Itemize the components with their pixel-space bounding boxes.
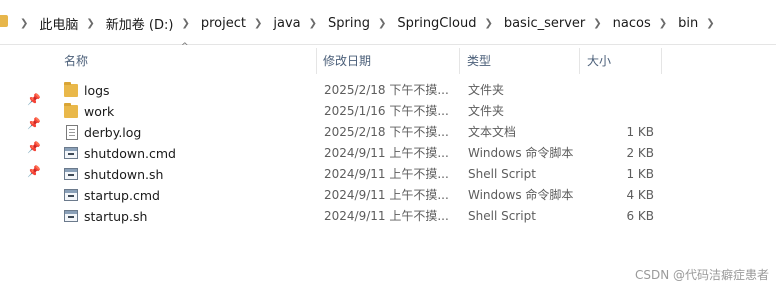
breadcrumb-basic-server[interactable]: basic_server (502, 14, 587, 33)
file-row-shutdown-sh[interactable]: shutdown.sh 2024/9/11 上午不摸... Shell Scri… (58, 164, 664, 185)
chevron-right-icon[interactable]: ❯ (593, 18, 601, 29)
file-type: Windows 命令脚本 (468, 146, 574, 160)
column-header-row: 名称 修改日期 类型 大小 (0, 48, 776, 74)
file-date: 2025/1/16 下午不摸... (324, 104, 449, 118)
watermark: CSDN @代码洁癖症患者 (634, 268, 769, 282)
file-row-startup-sh[interactable]: startup.sh 2024/9/11 上午不摸... Shell Scrip… (58, 206, 664, 227)
column-header-size[interactable]: 大小 (581, 48, 662, 74)
address-bar[interactable]: ❯ 此电脑 ❯ 新加卷 (D:) ❯ project ❯ java ❯ Spri… (0, 0, 776, 45)
file-name: shutdown.cmd (84, 146, 176, 161)
file-date: 2024/9/11 上午不摸... (324, 188, 449, 202)
breadcrumb-nacos[interactable]: nacos (611, 14, 653, 33)
file-date: 2025/2/18 下午不摸... (324, 125, 449, 139)
breadcrumb-this-pc[interactable]: 此电脑 (37, 12, 80, 35)
script-file-icon (64, 189, 78, 201)
file-size: 4 KB (626, 188, 654, 202)
file-name: startup.sh (84, 209, 148, 224)
chevron-right-icon[interactable]: ❯ (86, 18, 94, 29)
file-row-work[interactable]: work 2025/1/16 下午不摸... 文件夹 (58, 101, 664, 122)
file-size: 1 KB (626, 167, 654, 181)
column-header-name[interactable]: 名称 (58, 48, 317, 74)
text-file-icon (66, 125, 78, 140)
script-file-icon (64, 168, 78, 180)
file-type: Shell Script (468, 167, 536, 181)
breadcrumb-java[interactable]: java (271, 14, 302, 33)
file-type: 文件夹 (468, 104, 505, 118)
chevron-right-icon[interactable]: ❯ (706, 18, 714, 29)
pin-icon: 📌 (27, 165, 41, 178)
file-type: Windows 命令脚本 (468, 188, 574, 202)
script-file-icon (64, 147, 78, 159)
file-size (582, 101, 654, 122)
file-date: 2024/9/11 上午不摸... (324, 167, 449, 181)
file-row-startup-cmd[interactable]: startup.cmd 2024/9/11 上午不摸... Windows 命令… (58, 185, 664, 206)
folder-icon (64, 82, 78, 97)
breadcrumb-drive-d[interactable]: 新加卷 (D:) (104, 12, 176, 35)
pin-icon: 📌 (27, 93, 41, 106)
breadcrumb-springcloud[interactable]: SpringCloud (395, 14, 478, 33)
file-date: 2025/2/18 下午不摸... (324, 83, 449, 97)
file-type: Shell Script (468, 209, 536, 223)
file-name: logs (84, 83, 110, 98)
file-date: 2024/9/11 上午不摸... (324, 146, 449, 160)
file-date: 2024/9/11 上午不摸... (324, 209, 449, 223)
chevron-right-icon[interactable]: ❯ (20, 18, 28, 29)
file-name: derby.log (84, 125, 142, 140)
file-row-derby-log[interactable]: derby.log 2025/2/18 下午不摸... 文本文档 1 KB (58, 122, 664, 143)
file-type: 文本文档 (468, 125, 517, 139)
chevron-right-icon[interactable]: ❯ (659, 18, 667, 29)
file-row-logs[interactable]: logs 2025/2/18 下午不摸... 文件夹 (58, 80, 664, 101)
file-size: 2 KB (626, 146, 654, 160)
breadcrumb-spring[interactable]: Spring (326, 14, 372, 33)
file-size (582, 80, 654, 101)
file-name: shutdown.sh (84, 167, 164, 182)
breadcrumb: ❯ 此电脑 ❯ 新加卷 (D:) ❯ project ❯ java ❯ Spri… (14, 12, 724, 34)
chevron-right-icon[interactable]: ❯ (309, 18, 317, 29)
column-header-date[interactable]: 修改日期 (317, 48, 460, 74)
folder-icon (64, 103, 78, 118)
pin-icon: 📌 (27, 117, 41, 130)
file-name: work (84, 104, 115, 119)
folder-icon (0, 15, 8, 27)
file-name: startup.cmd (84, 188, 160, 203)
chevron-right-icon[interactable]: ❯ (181, 18, 189, 29)
column-header-type[interactable]: 类型 (461, 48, 580, 74)
file-size: 1 KB (626, 125, 654, 139)
file-row-shutdown-cmd[interactable]: shutdown.cmd 2024/9/11 上午不摸... Windows 命… (58, 143, 664, 164)
chevron-right-icon[interactable]: ❯ (254, 18, 262, 29)
chevron-right-icon[interactable]: ❯ (378, 18, 386, 29)
chevron-right-icon[interactable]: ❯ (484, 18, 492, 29)
breadcrumb-bin[interactable]: bin (676, 14, 700, 33)
pin-icon: 📌 (27, 141, 41, 154)
script-file-icon (64, 210, 78, 222)
file-type: 文件夹 (468, 83, 505, 97)
breadcrumb-project[interactable]: project (199, 14, 248, 33)
file-size: 6 KB (626, 209, 654, 223)
